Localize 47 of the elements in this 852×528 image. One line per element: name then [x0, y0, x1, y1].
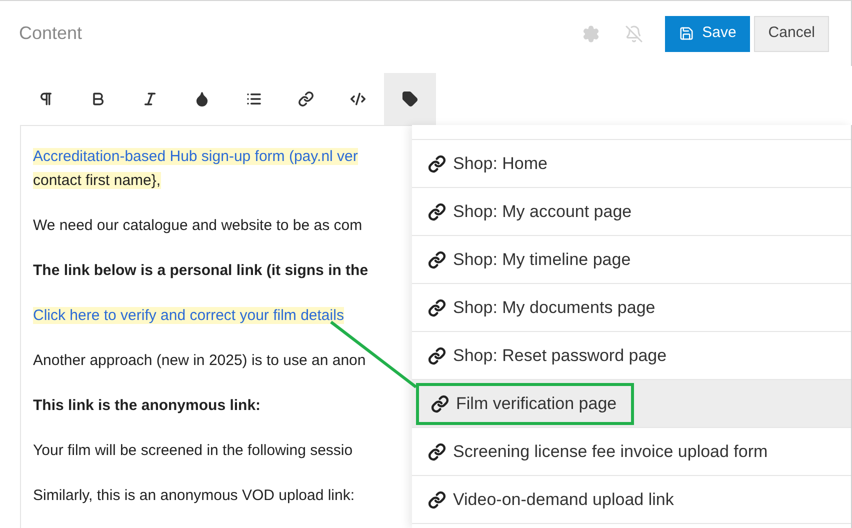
bold-icon — [90, 91, 106, 107]
item-label: Shop: My account page — [453, 200, 632, 223]
item-label: Shop: My documents page — [453, 296, 656, 319]
link-icon — [298, 91, 314, 107]
highlighted-link[interactable]: Click here to verify and correct your film details — [33, 307, 344, 324]
dropdown-item[interactable]: Shop: My documents page — [412, 284, 851, 332]
item-label: Shop: Home — [453, 152, 548, 175]
code-icon — [350, 91, 366, 107]
list-icon — [246, 91, 262, 107]
italic-icon — [142, 91, 158, 107]
editor-area[interactable] — [20, 125, 412, 528]
item-label: Shop: Reset password page — [453, 344, 667, 367]
link-icon — [428, 298, 446, 316]
paragraph: Another approach (new in 2025) is to use an anon — [33, 352, 366, 369]
link-icon — [428, 442, 446, 460]
dropdown-item[interactable]: Screening license fee invoice upload form — [412, 428, 851, 476]
dropdown-item[interactable]: Shop: My account page — [412, 188, 851, 236]
dropdown-item[interactable]: Shop: Reset password page — [412, 332, 851, 380]
dropdown-item[interactable]: Film verification page — [412, 380, 851, 428]
link-icon — [428, 250, 446, 268]
item-label: Shop: My timeline page — [453, 248, 631, 271]
bold-paragraph: The link below is a personal link (it signs in the — [33, 262, 368, 279]
link-icon — [428, 154, 446, 172]
dropdown-item[interactable]: Video-on-demand upload link — [412, 476, 851, 524]
item-label: Video-on-demand upload link — [453, 488, 674, 511]
paragraph: Your film will be screened in the following sessio — [33, 442, 353, 459]
save-icon — [679, 26, 694, 41]
panel-title: Content — [19, 22, 84, 45]
paragraph-icon — [38, 91, 54, 107]
paragraph: Similarly, this is an anonymous VOD upload link: — [33, 487, 355, 504]
link-icon — [428, 202, 446, 220]
item-label: Screening license fee invoice upload form — [453, 440, 768, 463]
link-icon — [428, 490, 446, 508]
save-button[interactable]: Save — [665, 16, 750, 52]
tag-icon — [402, 91, 418, 107]
tag-tool-button[interactable] — [384, 73, 436, 125]
dropdown-item[interactable]: Shop: My timeline page — [412, 236, 851, 284]
bold-paragraph: This link is the anonymous link: — [33, 397, 261, 414]
dropdown-item[interactable]: Shop: Home — [412, 140, 851, 188]
highlighted-link[interactable]: Accreditation-based Hub sign-up form (pay.nl ver — [33, 148, 358, 165]
droplet-icon — [194, 91, 210, 107]
cancel-button[interactable]: Cancel — [754, 16, 829, 52]
link-icon — [431, 394, 449, 412]
link-icon — [428, 346, 446, 364]
item-label: Film verification page — [456, 392, 617, 415]
highlighted-text: contact first name}, — [33, 172, 161, 189]
paragraph: We need our catalogue and website to be as com — [33, 217, 362, 234]
